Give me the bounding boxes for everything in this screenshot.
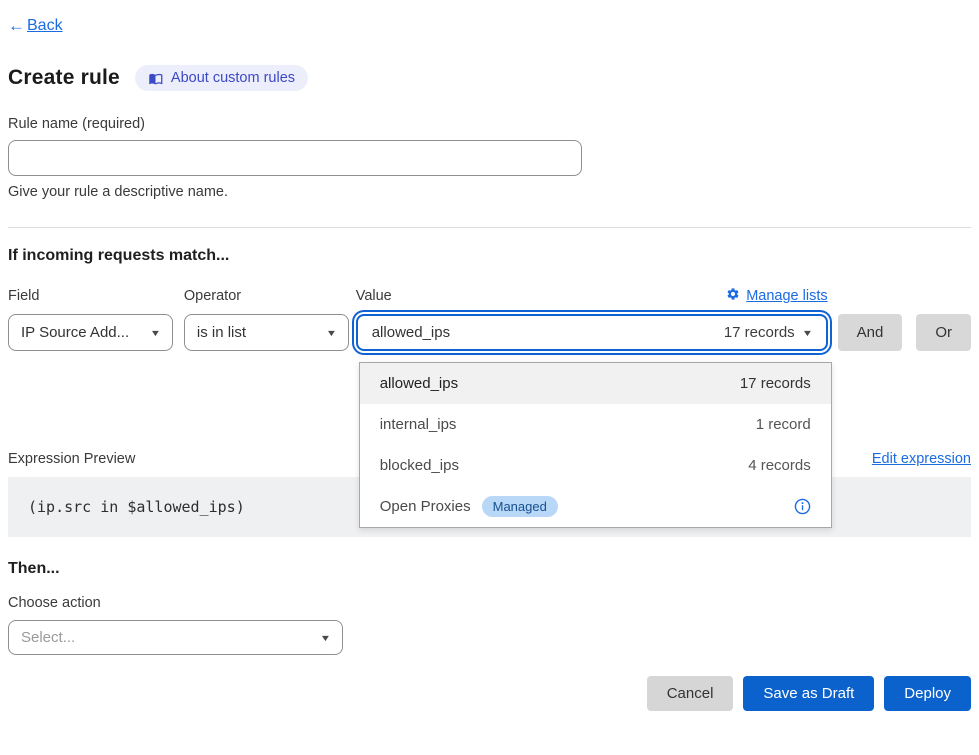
operator-select-value: is in list bbox=[197, 324, 246, 341]
match-heading: If incoming requests match... bbox=[8, 247, 971, 265]
info-icon[interactable] bbox=[794, 498, 811, 515]
expression-preview-label: Expression Preview bbox=[8, 451, 135, 467]
list-item-count: 1 record bbox=[756, 416, 811, 433]
list-item-open-proxies[interactable]: Open Proxies Managed bbox=[360, 486, 831, 527]
list-item-blocked-ips[interactable]: blocked_ips 4 records bbox=[360, 445, 831, 486]
operator-select[interactable]: is in list ▼ bbox=[184, 314, 349, 351]
about-custom-rules-link[interactable]: About custom rules bbox=[135, 65, 308, 91]
and-button[interactable]: And bbox=[838, 314, 903, 351]
manage-lists-link[interactable]: Manage lists bbox=[726, 287, 827, 305]
list-item-count: 17 records bbox=[740, 375, 811, 392]
rule-name-label: Rule name (required) bbox=[8, 116, 971, 132]
choose-action-label: Choose action bbox=[8, 595, 971, 611]
operator-label: Operator bbox=[184, 286, 349, 306]
action-select-placeholder: Select... bbox=[21, 629, 75, 646]
list-item-name: allowed_ips bbox=[380, 375, 458, 392]
chevron-down-icon: ▼ bbox=[320, 633, 332, 643]
value-select-count: 17 records bbox=[724, 324, 795, 341]
list-item-name: blocked_ips bbox=[380, 457, 459, 474]
chevron-down-icon: ▼ bbox=[801, 328, 813, 338]
expression-code: (ip.src in $allowed_ips) bbox=[28, 498, 245, 516]
page-title: Create rule bbox=[8, 66, 120, 90]
rule-name-input[interactable] bbox=[8, 140, 582, 176]
field-select-value: IP Source Add... bbox=[21, 324, 129, 341]
chevron-down-icon: ▼ bbox=[150, 328, 162, 338]
footer-actions: Cancel Save as Draft Deploy bbox=[8, 676, 971, 711]
manage-lists-label: Manage lists bbox=[746, 288, 827, 304]
value-select[interactable]: allowed_ips 17 records ▼ bbox=[356, 314, 828, 351]
or-button[interactable]: Or bbox=[916, 314, 971, 351]
then-heading: Then... bbox=[8, 560, 971, 578]
value-select-name: allowed_ips bbox=[372, 324, 450, 341]
list-dropdown: allowed_ips 17 records internal_ips 1 re… bbox=[359, 362, 832, 528]
rule-name-helper: Give your rule a descriptive name. bbox=[8, 184, 971, 200]
cancel-button[interactable]: Cancel bbox=[647, 676, 734, 711]
book-icon bbox=[148, 71, 163, 86]
create-rule-page: ←Back Create rule About custom rules Rul… bbox=[0, 16, 979, 711]
condition-row: Field IP Source Add... ▼ Operator is in … bbox=[8, 286, 971, 351]
section-divider bbox=[8, 227, 971, 228]
about-custom-rules-label: About custom rules bbox=[171, 70, 295, 86]
field-select[interactable]: IP Source Add... ▼ bbox=[8, 314, 173, 351]
value-label: Value bbox=[356, 288, 392, 304]
managed-badge: Managed bbox=[482, 496, 558, 517]
list-item-internal-ips[interactable]: internal_ips 1 record bbox=[360, 404, 831, 445]
action-select[interactable]: Select... ▼ bbox=[8, 620, 343, 655]
list-item-allowed-ips[interactable]: allowed_ips 17 records bbox=[360, 363, 831, 404]
field-label: Field bbox=[8, 286, 173, 306]
list-item-name: internal_ips bbox=[380, 416, 457, 433]
save-as-draft-button[interactable]: Save as Draft bbox=[743, 676, 874, 711]
arrow-left-icon: ← bbox=[8, 16, 25, 36]
back-link-label: Back bbox=[27, 17, 63, 35]
back-link[interactable]: ←Back bbox=[8, 16, 63, 36]
deploy-button[interactable]: Deploy bbox=[884, 676, 971, 711]
list-item-name: Open Proxies bbox=[380, 498, 471, 515]
gear-icon bbox=[726, 287, 740, 305]
list-item-count: 4 records bbox=[748, 457, 811, 474]
edit-expression-link[interactable]: Edit expression bbox=[872, 451, 971, 467]
chevron-down-icon: ▼ bbox=[325, 328, 337, 338]
